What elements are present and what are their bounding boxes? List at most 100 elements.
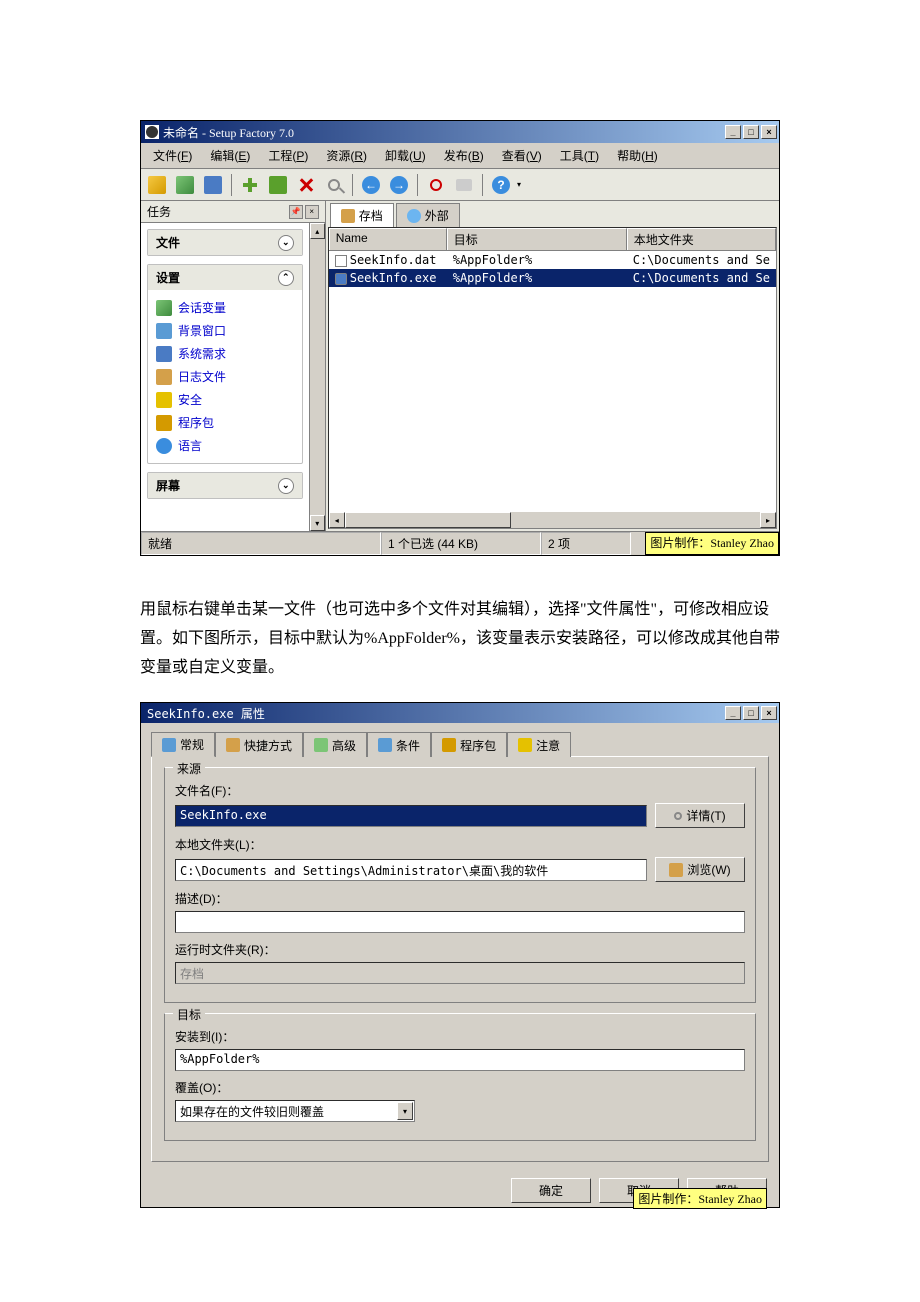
tab-1[interactable]: 外部 bbox=[396, 203, 460, 227]
scroll-right-button[interactable]: ▸ bbox=[760, 512, 776, 528]
dialog-maximize-button[interactable]: □ bbox=[743, 706, 759, 720]
add-button[interactable] bbox=[238, 173, 262, 197]
sidebar-title: 任务 bbox=[147, 203, 289, 220]
menu-p[interactable]: 工程(P) bbox=[260, 145, 316, 166]
dialog-tab-3[interactable]: 条件 bbox=[367, 732, 431, 757]
sidebar-item[interactable]: 会话变量 bbox=[156, 296, 294, 319]
pin-button[interactable]: 📌 bbox=[289, 205, 303, 219]
runtime-input: 存档 bbox=[175, 962, 745, 984]
x-icon bbox=[297, 176, 315, 194]
preview-button[interactable] bbox=[424, 173, 448, 197]
menu-v[interactable]: 查看(V) bbox=[494, 145, 550, 166]
tab-icon bbox=[407, 209, 421, 223]
properties-dialog: SeekInfo.exe 属性 _ □ × 常规快捷方式高级条件程序包注意 文件… bbox=[140, 702, 780, 1208]
import-icon bbox=[176, 176, 194, 194]
filename-input[interactable]: SeekInfo.exe bbox=[175, 805, 647, 827]
sidebar-item[interactable]: 语言 bbox=[156, 434, 294, 457]
file-row[interactable]: SeekInfo.dat%AppFolder%C:\Documents and … bbox=[329, 251, 776, 269]
column-header-local[interactable]: 本地文件夹 bbox=[627, 228, 776, 250]
column-header-target[interactable]: 目标 bbox=[447, 228, 627, 250]
maximize-button[interactable]: □ bbox=[743, 125, 759, 139]
overwrite-select[interactable]: 如果存在的文件较旧则覆盖 ▾ bbox=[175, 1100, 415, 1122]
tab-icon bbox=[341, 209, 355, 223]
menu-r[interactable]: 资源(R) bbox=[318, 145, 375, 166]
install-input[interactable]: %AppFolder% bbox=[175, 1049, 745, 1071]
menu-e[interactable]: 编辑(E) bbox=[202, 145, 258, 166]
toolbar-overflow-icon[interactable]: ▾ bbox=[517, 180, 521, 189]
horizontal-scrollbar[interactable]: ◂ ▸ bbox=[329, 512, 776, 528]
list-body[interactable]: SeekInfo.dat%AppFolder%C:\Documents and … bbox=[329, 251, 776, 512]
app-icon bbox=[145, 125, 159, 139]
scroll-thumb[interactable] bbox=[345, 512, 511, 528]
search-icon bbox=[674, 812, 682, 820]
localfolder-input[interactable]: C:\Documents and Settings\Administrator\… bbox=[175, 859, 647, 881]
credit-label: 图片制作：Stanley Zhao bbox=[645, 532, 779, 555]
sidebar-scrollbar[interactable]: ▴ ▾ bbox=[309, 223, 325, 531]
help-button[interactable]: ? bbox=[489, 173, 513, 197]
item-icon bbox=[156, 392, 172, 408]
dialog-titlebar[interactable]: SeekInfo.exe 属性 _ □ × bbox=[141, 703, 779, 723]
description-input[interactable] bbox=[175, 911, 745, 933]
tab-icon bbox=[378, 738, 392, 752]
chevron-down-icon[interactable]: ▾ bbox=[397, 1102, 413, 1120]
menu-u[interactable]: 卸载(U) bbox=[377, 145, 434, 166]
sidebar-item[interactable]: 背景窗口 bbox=[156, 319, 294, 342]
sidebar-block-header[interactable]: 屏幕⌄ bbox=[148, 473, 302, 498]
titlebar[interactable]: 未命名 - Setup Factory 7.0 _ □ × bbox=[141, 121, 779, 143]
file-list: Name 目标 本地文件夹 SeekInfo.dat%AppFolder%C:\… bbox=[328, 227, 777, 529]
credit-label: 图片制作：Stanley Zhao bbox=[633, 1188, 767, 1209]
sidebar-block-header[interactable]: 文件⌄ bbox=[148, 230, 302, 255]
preview-icon bbox=[430, 179, 442, 191]
dialog-tab-1[interactable]: 快捷方式 bbox=[215, 732, 303, 757]
tab-icon bbox=[518, 738, 532, 752]
ok-button[interactable]: 确定 bbox=[511, 1178, 591, 1203]
tab-icon bbox=[226, 738, 240, 752]
main-tabs: 存档外部 bbox=[326, 201, 779, 227]
dialog-tabs: 常规快捷方式高级条件程序包注意 bbox=[151, 731, 769, 756]
dialog-tab-content: 文件名(F)： SeekInfo.exe 详情(T) 本地文件夹(L)： C:\… bbox=[151, 756, 769, 1162]
browse-button[interactable]: 浏览(W) bbox=[655, 857, 745, 882]
sidebar-header: 任务 📌 × bbox=[141, 201, 325, 223]
tab-0[interactable]: 存档 bbox=[330, 203, 394, 227]
column-header-name[interactable]: Name bbox=[329, 228, 447, 250]
dialog-minimize-button[interactable]: _ bbox=[725, 706, 741, 720]
search-button[interactable] bbox=[322, 173, 346, 197]
file-row[interactable]: SeekInfo.exe%AppFolder%C:\Documents and … bbox=[329, 269, 776, 287]
menu-f[interactable]: 文件(F) bbox=[145, 145, 200, 166]
sidebar-item[interactable]: 日志文件 bbox=[156, 365, 294, 388]
menu-t[interactable]: 工具(T) bbox=[552, 145, 607, 166]
delete-button[interactable] bbox=[294, 173, 318, 197]
sidebar-item[interactable]: 程序包 bbox=[156, 411, 294, 434]
sidebar-item[interactable]: 安全 bbox=[156, 388, 294, 411]
open-button[interactable] bbox=[145, 173, 169, 197]
minimize-button[interactable]: _ bbox=[725, 125, 741, 139]
dialog-tab-5[interactable]: 注意 bbox=[507, 732, 571, 757]
forward-icon bbox=[390, 176, 408, 194]
sidebar-item[interactable]: 系统需求 bbox=[156, 342, 294, 365]
target-fieldset: 安装到(I)： %AppFolder% 覆盖(O)： 如果存在的文件较旧则覆盖 … bbox=[164, 1013, 756, 1141]
dialog-tab-2[interactable]: 高级 bbox=[303, 732, 367, 757]
close-button[interactable]: × bbox=[761, 125, 777, 139]
details-button[interactable]: 详情(T) bbox=[655, 803, 745, 828]
save-button[interactable] bbox=[201, 173, 225, 197]
scroll-left-button[interactable]: ◂ bbox=[329, 512, 345, 528]
dialog-button-bar: 确定 取消 帮助 图片制作：Stanley Zhao bbox=[141, 1170, 779, 1207]
scroll-down-button[interactable]: ▾ bbox=[310, 515, 325, 531]
forward-button[interactable] bbox=[387, 173, 411, 197]
back-button[interactable] bbox=[359, 173, 383, 197]
menu-b[interactable]: 发布(B) bbox=[436, 145, 492, 166]
dialog-tab-4[interactable]: 程序包 bbox=[431, 732, 507, 757]
scroll-up-button[interactable]: ▴ bbox=[310, 223, 325, 239]
add-list-button[interactable] bbox=[266, 173, 290, 197]
dialog-close-button[interactable]: × bbox=[761, 706, 777, 720]
sidebar-block-header[interactable]: 设置⌃ bbox=[148, 265, 302, 290]
menu-h[interactable]: 帮助(H) bbox=[609, 145, 666, 166]
help-icon: ? bbox=[492, 176, 510, 194]
build-button[interactable] bbox=[452, 173, 476, 197]
sidebar-close-button[interactable]: × bbox=[305, 205, 319, 219]
import-button[interactable] bbox=[173, 173, 197, 197]
tab-icon bbox=[162, 738, 176, 752]
dialog-tab-0[interactable]: 常规 bbox=[151, 732, 215, 757]
status-count: 2 项 bbox=[541, 532, 631, 555]
save-icon bbox=[204, 176, 222, 194]
